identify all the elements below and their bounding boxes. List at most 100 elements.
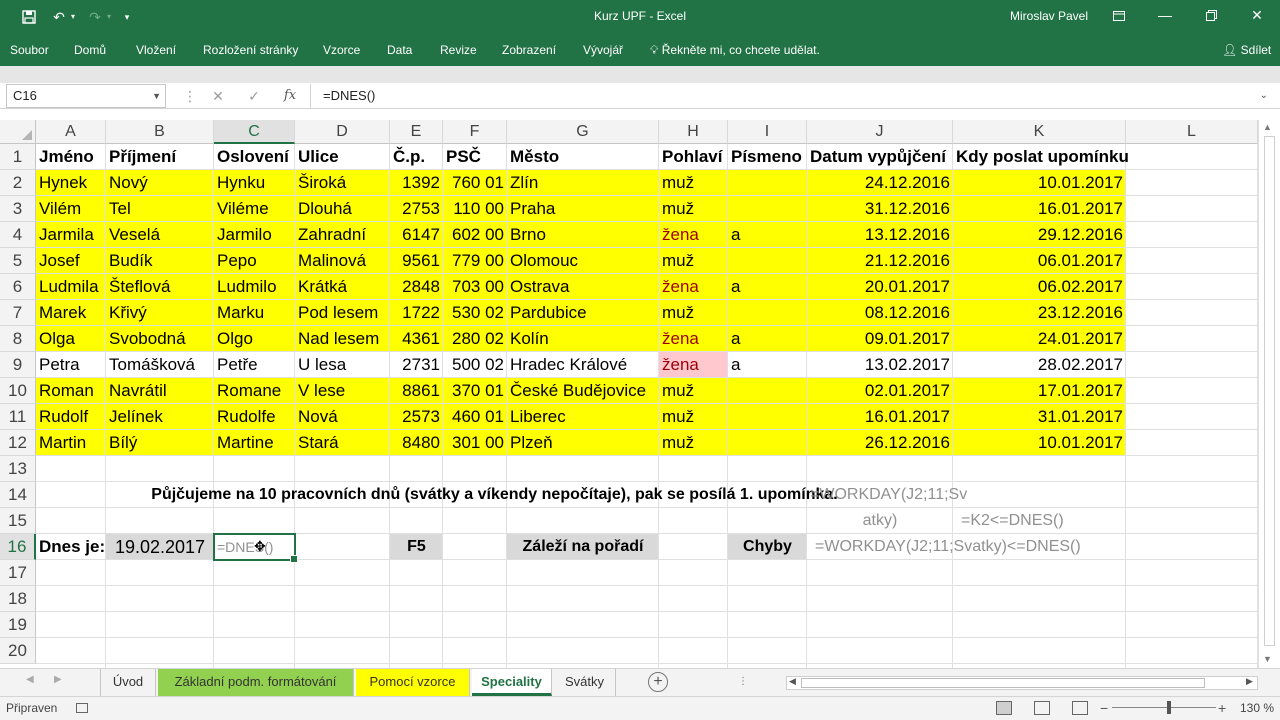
cell-c3[interactable]: Viléme — [214, 196, 295, 222]
cell-g10[interactable]: České Budějovice — [507, 378, 659, 404]
row-header-11[interactable]: 11 — [0, 404, 36, 430]
cell-a2[interactable]: Hynek — [36, 170, 106, 196]
worksheet-grid[interactable]: ABCDEFGHIJKL 1 2 3 4 5 6 7 8 9 10 11 12 13 14 15 16 17 18… — [0, 120, 1258, 668]
scroll-tabs-left-icon[interactable]: ◀ — [26, 674, 34, 685]
scroll-down-icon[interactable]: ▼ — [1263, 654, 1272, 664]
cell-i9[interactable]: a — [728, 352, 807, 378]
select-all-corner[interactable] — [0, 120, 36, 144]
cell-k3[interactable]: 16.01.2017 — [953, 196, 1126, 222]
tab-vlozeni[interactable]: Vložení — [136, 34, 176, 66]
cell-g5[interactable]: Olomouc — [507, 248, 659, 274]
cell-a5[interactable]: Josef — [36, 248, 106, 274]
cell-b6[interactable]: Šteflová — [106, 274, 214, 300]
cell-e5[interactable]: 9561 — [390, 248, 443, 274]
column-header-h[interactable]: H — [659, 120, 728, 144]
column-header-k[interactable]: K — [953, 120, 1126, 144]
cell-i5[interactable] — [728, 248, 807, 274]
cell-j1[interactable]: Datum vypůjčení — [807, 144, 953, 170]
cell-j9[interactable]: 13.02.2017 — [807, 352, 953, 378]
page-break-preview-icon[interactable] — [1072, 701, 1088, 715]
cell-g11[interactable]: Liberec — [507, 404, 659, 430]
cell-j6[interactable]: 20.01.2017 — [807, 274, 953, 300]
cell-c1[interactable]: Oslovení — [214, 144, 295, 170]
cell-f6[interactable]: 703 00 — [443, 274, 507, 300]
cell-c12[interactable]: Martine — [214, 430, 295, 456]
column-header-b[interactable]: B — [106, 120, 214, 144]
cell-h12[interactable]: muž — [659, 430, 728, 456]
row-header-13[interactable]: 13 — [0, 456, 36, 482]
cell-h1[interactable]: Pohlaví — [659, 144, 728, 170]
cell-h10[interactable]: muž — [659, 378, 728, 404]
cell-k2[interactable]: 10.01.2017 — [953, 170, 1126, 196]
cell-j3[interactable]: 31.12.2016 — [807, 196, 953, 222]
cell-c10[interactable]: Romane — [214, 378, 295, 404]
expand-formula-icon[interactable]: ⌄ — [1260, 84, 1268, 108]
cell-i11[interactable] — [728, 404, 807, 430]
cell-b16[interactable]: 19.02.2017 — [106, 534, 214, 560]
cell-e12[interactable]: 8480 — [390, 430, 443, 456]
cell-k7[interactable]: 23.12.2016 — [953, 300, 1126, 326]
column-header-e[interactable]: E — [390, 120, 443, 144]
cell-e7[interactable]: 1722 — [390, 300, 443, 326]
cell-i16[interactable]: Chyby — [728, 534, 807, 560]
cell-f10[interactable]: 370 01 — [443, 378, 507, 404]
cell-g6[interactable]: Ostrava — [507, 274, 659, 300]
cell-c4[interactable]: Jarmilo — [214, 222, 295, 248]
cell-a10[interactable]: Roman — [36, 378, 106, 404]
row-header-10[interactable]: 10 — [0, 378, 36, 404]
column-header-f[interactable]: F — [443, 120, 507, 144]
formula-note-k15[interactable]: =K2<=DNES() — [953, 508, 1258, 534]
cell-e1[interactable]: Č.p. — [390, 144, 443, 170]
cell-b12[interactable]: Bílý — [106, 430, 214, 456]
tab-vzorce[interactable]: Vzorce — [323, 34, 360, 66]
scroll-left-icon[interactable]: ◀ — [789, 676, 796, 687]
cell-f11[interactable]: 460 01 — [443, 404, 507, 430]
cell-e10[interactable]: 8861 — [390, 378, 443, 404]
sheet-tab-uvod[interactable]: Úvod — [100, 669, 156, 696]
cell-c7[interactable]: Marku — [214, 300, 295, 326]
cell-i2[interactable] — [728, 170, 807, 196]
vertical-scroll-thumb[interactable] — [1264, 136, 1275, 646]
cell-g16[interactable]: Záleží na pořadí — [507, 534, 659, 560]
scroll-up-icon[interactable]: ▲ — [1263, 122, 1272, 132]
row-header-19[interactable]: 19 — [0, 612, 36, 638]
row-header-15[interactable]: 15 — [0, 508, 36, 534]
cell-e11[interactable]: 2573 — [390, 404, 443, 430]
cell-a12[interactable]: Martin — [36, 430, 106, 456]
add-sheet-icon[interactable]: + — [648, 672, 668, 692]
cell-k9[interactable]: 28.02.2017 — [953, 352, 1126, 378]
cell-b8[interactable]: Svobodná — [106, 326, 214, 352]
cell-f2[interactable]: 760 01 — [443, 170, 507, 196]
cell-e6[interactable]: 2848 — [390, 274, 443, 300]
cell-e8[interactable]: 4361 — [390, 326, 443, 352]
cell-i4[interactable]: a — [728, 222, 807, 248]
cell-j12[interactable]: 26.12.2016 — [807, 430, 953, 456]
cell-i10[interactable] — [728, 378, 807, 404]
cell-e16[interactable]: F5 — [390, 534, 443, 560]
redo-dropdown-icon[interactable]: ▾ — [104, 0, 114, 34]
column-header-d[interactable]: D — [295, 120, 390, 144]
normal-view-icon[interactable] — [996, 701, 1012, 715]
column-header-l[interactable]: L — [1126, 120, 1258, 144]
cell-a9[interactable]: Petra — [36, 352, 106, 378]
formula-input[interactable]: =DNES() ⌄ — [310, 84, 1274, 108]
redo-icon[interactable]: ↷ — [84, 0, 106, 34]
cell-d2[interactable]: Široká — [295, 170, 390, 196]
column-header-i[interactable]: I — [728, 120, 807, 144]
cell-k5[interactable]: 06.01.2017 — [953, 248, 1126, 274]
cell-a1[interactable]: Jméno — [36, 144, 106, 170]
cell-d8[interactable]: Nad lesem — [295, 326, 390, 352]
tab-soubor[interactable]: Soubor — [10, 34, 49, 66]
row-header-1[interactable]: 1 — [0, 144, 36, 170]
row-header-18[interactable]: 18 — [0, 586, 36, 612]
cell-f12[interactable]: 301 00 — [443, 430, 507, 456]
user-name[interactable]: Miroslav Pavel — [1010, 0, 1088, 32]
row-header-2[interactable]: 2 — [0, 170, 36, 196]
row-header-12[interactable]: 12 — [0, 430, 36, 456]
cell-f9[interactable]: 500 02 — [443, 352, 507, 378]
cell-i3[interactable] — [728, 196, 807, 222]
cell-a11[interactable]: Rudolf — [36, 404, 106, 430]
tab-revize[interactable]: Revize — [440, 34, 477, 66]
cell-g12[interactable]: Plzeň — [507, 430, 659, 456]
cell-b9[interactable]: Tomášková — [106, 352, 214, 378]
